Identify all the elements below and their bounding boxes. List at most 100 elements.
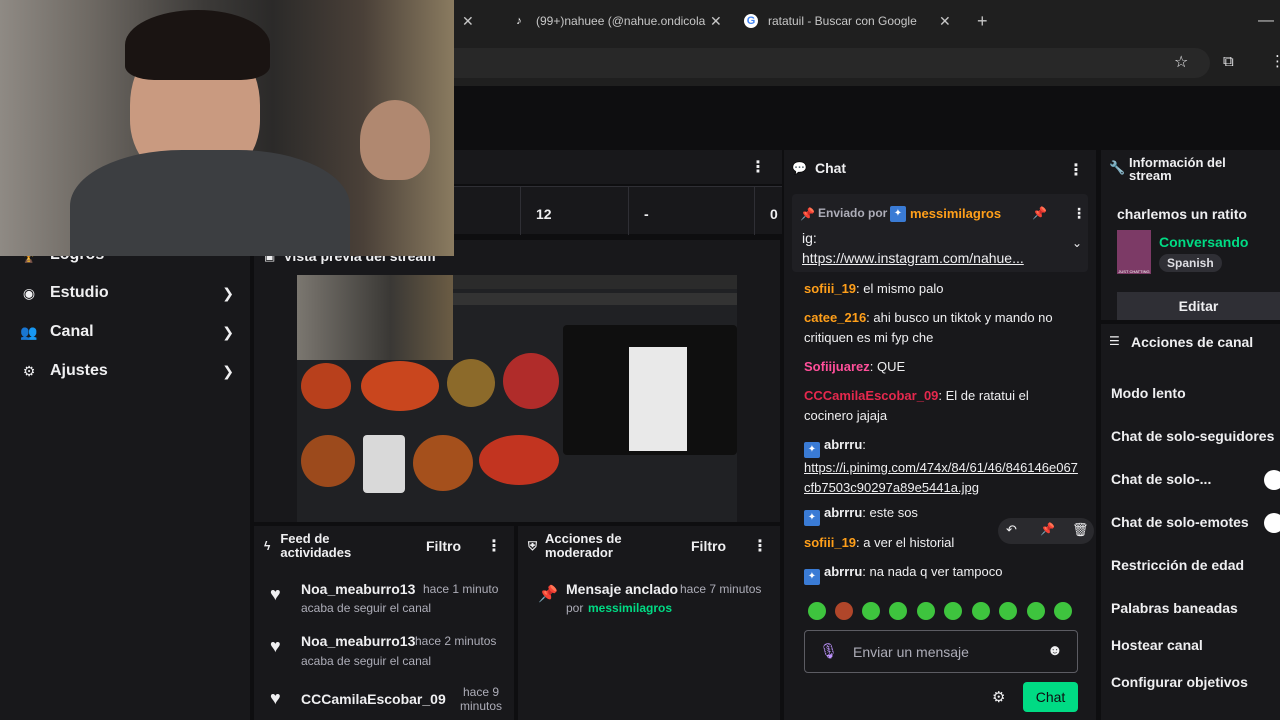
emote-icon[interactable] [889,602,907,620]
preview-chef-image [629,347,687,451]
filter-button[interactable]: Filtro [426,538,461,554]
more-options-icon[interactable]: ⋮ [486,536,502,556]
chat-text: : el mismo palo [856,281,944,296]
action-slow-mode[interactable]: Modo lento [1111,385,1186,401]
minimize-button[interactable]: — [1258,7,1274,35]
more-options-icon[interactable]: ⋮ [752,536,768,556]
feed-user[interactable]: Noa_meaburro13 [301,633,415,649]
category-link[interactable]: Conversando [1159,234,1248,250]
chat-username[interactable]: CCCamilaEscobar_09 [804,388,938,403]
pin-icon: 📌 [800,207,815,221]
mod-action-label: Mensaje anclado [566,581,679,597]
sidebar-item-ajustes[interactable]: ⚙ Ajustes ❯ [20,356,234,386]
emote-icon[interactable] [835,602,853,620]
close-icon[interactable]: ✕ [710,13,722,30]
activity-feed-panel: ϟ Feed de actividades Filtro ⋮ ♥ Noa_mea… [254,526,514,720]
chat-message: sofiii_19: a ver el historial [804,533,1080,553]
heart-icon: ♥ [270,688,281,708]
preview-tabs [453,275,737,289]
tab-title: ratatuil - Buscar con Google [768,14,917,28]
chat-link[interactable]: https://i.pinimg.com/474x/84/61/46/84614… [804,460,1078,495]
emote-icon[interactable] [944,602,962,620]
action-emotes-only[interactable]: Chat de solo-emotes [1111,514,1249,530]
tab-tiktok[interactable]: ♪ (99+)nahuee (@nahue.ondicola ✕ [512,7,722,35]
tag-badge[interactable]: Spanish [1159,254,1222,272]
chat-username[interactable]: sofiii_19 [804,281,856,296]
emote-icon[interactable] [808,602,826,620]
tab-close-hidden[interactable]: ✕ [462,7,474,35]
more-options-icon[interactable]: ⋮ [1072,205,1086,222]
emote-icon[interactable] [1054,602,1072,620]
chat-message: Sofiijuarez: QUE [804,357,1080,377]
badge-icon: ✦ [890,206,906,222]
emoji-icon[interactable]: ☻ [1047,642,1063,659]
stat-value: 0 [770,206,778,222]
google-icon: G [744,14,758,28]
action-followers-only[interactable]: Chat de solo-seguidores [1111,428,1274,444]
heart-icon: ♥ [270,584,281,604]
subs-only-toggle[interactable] [1264,470,1280,490]
sidebar-item-canal[interactable]: 👥 Canal ❯ [20,317,234,347]
more-options-icon[interactable]: ⋮ [750,157,766,177]
sidebar-item-estudio[interactable]: ◉ Estudio ❯ [20,278,234,308]
chat-username[interactable]: sofiii_19 [804,535,856,550]
unpin-icon[interactable]: 📌 [1032,206,1047,220]
divider [520,187,521,235]
pinned-link[interactable]: https://www.instagram.com/nahue... [802,250,1024,266]
action-banned-words[interactable]: Palabras baneadas [1111,600,1238,616]
close-icon[interactable]: ✕ [939,13,951,30]
category-art[interactable]: JUST CHATTING [1117,230,1151,274]
filter-button[interactable]: Filtro [691,538,726,554]
chat-username[interactable]: catee_216 [804,310,866,325]
chat-username[interactable]: abrrru [824,564,862,579]
emote-icon[interactable] [1027,602,1045,620]
send-chat-button[interactable]: Chat [1023,682,1078,712]
action-set-goals[interactable]: Configurar objetivos [1111,674,1248,690]
chat-username[interactable]: abrrru [824,437,862,452]
tab-google[interactable]: G ratatuil - Buscar con Google ✕ [744,7,959,35]
person-shirt [70,150,350,256]
emotes-only-toggle[interactable] [1264,513,1280,533]
chat-username[interactable]: abrrru [824,505,862,520]
mod-actions-panel: ⛨ Acciones de moderador Filtro ⋮ 📌 Mensa… [518,526,780,720]
divider [628,187,629,235]
star-icon[interactable]: ☆ [1174,52,1188,72]
chat-input[interactable]: 🎙 Enviar un mensaje ☻ [804,630,1078,673]
action-host-channel[interactable]: Hostear canal [1111,637,1203,653]
person-face-2 [360,100,430,180]
more-options-icon[interactable]: ⋮ [1068,160,1084,180]
chat-bubble-icon: 💬 [792,161,807,175]
lightning-icon: ϟ [264,539,271,553]
preview-thumb [413,435,473,491]
chat-message: ✦ abrrru: https://i.pinimg.com/474x/84/61/… [804,435,1084,498]
stream-stats: 12 - 0 [454,186,782,235]
emote-icon[interactable] [972,602,990,620]
pinned-user[interactable]: messimilagros [910,206,1001,221]
microphone-icon[interactable]: 🎙 [819,642,838,660]
edit-button[interactable]: Editar [1117,292,1280,320]
panel-title: Información del stream [1129,155,1226,183]
chat-username[interactable]: Sofiijuarez [804,359,870,374]
emote-icon[interactable] [862,602,880,620]
chevron-down-icon[interactable]: ⌄ [1072,236,1082,250]
feed-user[interactable]: Noa_meaburro13 [301,581,415,597]
action-age-restriction[interactable]: Restricción de edad [1111,557,1244,573]
stream-preview-video[interactable] [297,275,737,522]
action-subs-only[interactable]: Chat de solo-... [1111,471,1211,487]
mod-action-user[interactable]: messimilagros [588,601,672,615]
feed-user[interactable]: CCCamilaEscobar_09 [301,691,446,707]
menu-icon[interactable]: ⋮ [1270,52,1280,70]
new-tab-button[interactable]: + [977,7,988,35]
gear-icon[interactable]: ⚙ [992,688,1005,706]
extensions-icon[interactable]: ⧉ [1223,53,1234,70]
preview-thumb [363,435,405,493]
chat-text: : QUE [869,359,906,374]
close-icon[interactable]: ✕ [462,13,474,30]
feed-time: hace 1 minuto [423,582,499,596]
pinned-sent-by: Enviado por [818,206,888,220]
emote-icon[interactable] [999,602,1017,620]
badge-icon: ✦ [804,510,820,526]
panel-header: ϟ Feed de actividades [264,532,374,560]
emote-icon[interactable] [917,602,935,620]
pin-icon: 📌 [538,586,558,603]
